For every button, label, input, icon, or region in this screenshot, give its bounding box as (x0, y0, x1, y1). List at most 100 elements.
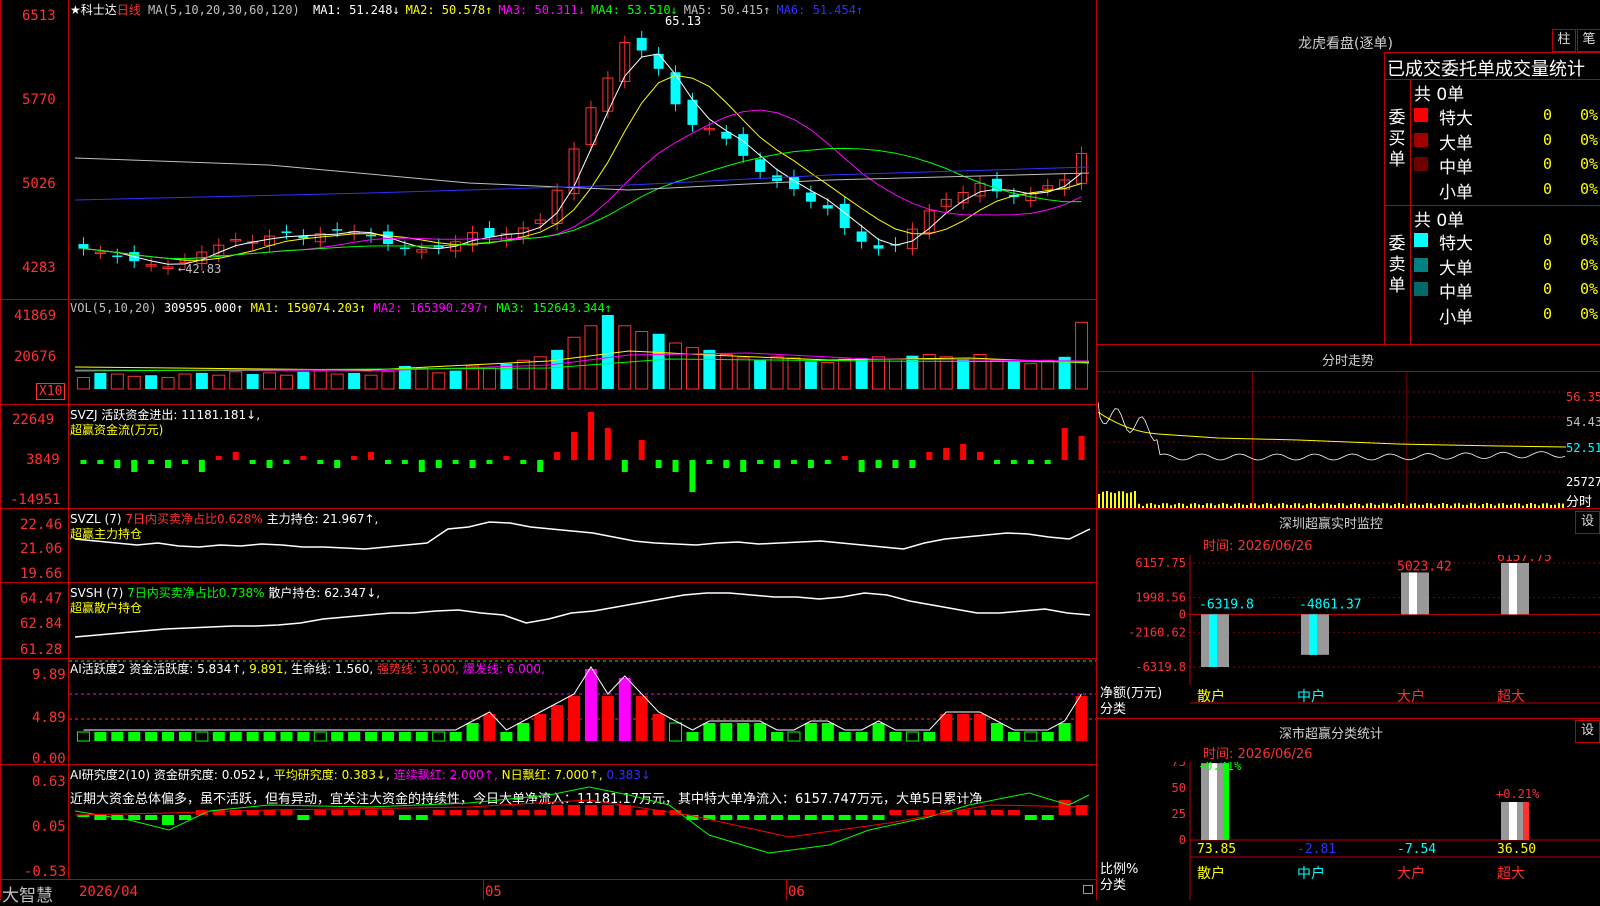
svzj-bar (638, 440, 645, 460)
svzj-bar (977, 452, 984, 460)
ai1-bar (229, 732, 242, 741)
order-color-swatch (1414, 108, 1428, 122)
ai1-bar (1058, 723, 1071, 741)
svzj-bar (131, 460, 138, 472)
order-percent: 0% (1580, 231, 1599, 249)
high-note: 65.13 (665, 14, 702, 28)
svzj-bar (198, 460, 205, 472)
ai2-bar (855, 815, 868, 820)
ai1-bar (297, 732, 310, 741)
sz-stat-y-tick: 50 (1172, 781, 1186, 795)
ai1-bar (940, 714, 953, 741)
intraday-sep (1097, 344, 1600, 345)
sz-stat-y-tick: 25 (1172, 807, 1186, 821)
order-percent: 0% (1580, 255, 1599, 274)
volume-bar (872, 356, 886, 390)
ai2-bar (483, 810, 496, 815)
ai1-bar (821, 723, 834, 741)
ai1-bar (331, 732, 344, 741)
ai1-bar (145, 732, 158, 741)
ai1-bar (855, 732, 868, 741)
lock-icon[interactable] (1083, 885, 1093, 894)
panel-sep-7 (0, 879, 1097, 880)
ai1-bar (804, 723, 817, 741)
order-count: 0 (1543, 231, 1553, 249)
ai2-chart (74, 786, 1090, 854)
intraday-chart[interactable] (1098, 372, 1566, 508)
svzj-bar (215, 456, 222, 460)
y-label: 6513 (22, 8, 56, 24)
sz-stat-settings-button[interactable]: 设 (1575, 720, 1600, 743)
volume-bar (1024, 363, 1038, 390)
vol-unit: X10 (36, 383, 66, 400)
ai2-bar (923, 810, 936, 815)
kline-candle-down (873, 245, 884, 249)
ai1-bar (923, 732, 936, 741)
x-tick (786, 879, 787, 900)
intraday-volume-bar (1134, 491, 1136, 508)
volume-bar (703, 349, 716, 389)
volume-bar (990, 359, 1004, 390)
svzj-chart (80, 412, 1085, 492)
svzj-bar (537, 460, 544, 472)
brand-logo[interactable]: 大智慧 (2, 881, 53, 906)
ai1-bar (500, 732, 513, 741)
svzj-bar (993, 460, 1000, 464)
sz-monitor-time: 时间: 2026/06/26 (1203, 539, 1313, 554)
volume-bar (76, 377, 90, 390)
volume-bar (1075, 321, 1089, 390)
svzj-bar (1027, 460, 1034, 464)
ai1-bar (568, 696, 581, 741)
ai2-bar (398, 815, 411, 820)
sz-stat-bar-highlight (1523, 802, 1529, 840)
svzl-y-label: 21.06 (20, 541, 63, 557)
order-color-swatch (1414, 157, 1428, 171)
y-label: 5026 (22, 176, 56, 192)
monitor-sep (1097, 508, 1600, 509)
svzj-bar (469, 460, 476, 468)
ai2-bar (906, 810, 919, 815)
order-color-swatch (1414, 282, 1428, 296)
sz-stat-title: 深市超赢分类统计 (1279, 727, 1384, 742)
order-count: 0 (1543, 255, 1553, 274)
svzj-bar (1044, 460, 1051, 464)
svzj-y-label: 3849 (26, 452, 60, 468)
svzj-bar (114, 460, 121, 468)
ma-line (83, 109, 1082, 260)
ma-line (74, 157, 1090, 191)
volume-bar (669, 342, 683, 390)
svzj-bar (723, 460, 730, 468)
intraday-volume-bar (1118, 491, 1120, 508)
svzj-bar (503, 456, 510, 460)
sz-stat-axis-cat: 分类 (1100, 878, 1127, 893)
volume-bar (364, 374, 378, 390)
ai1-bar (635, 696, 648, 741)
ai2-bar (449, 810, 462, 815)
volume-bar (855, 357, 868, 389)
x-axis-label: 06 (788, 884, 805, 900)
svzj-bar (486, 460, 493, 464)
ai2-bar (466, 810, 479, 815)
tick-view-button[interactable]: 笔 (1577, 29, 1600, 52)
volume-bar (804, 361, 817, 389)
sz-monitor-y-tick: -6319.8 (1135, 660, 1186, 674)
kline-chart[interactable] (69, 15, 1096, 299)
order-type-label: 特大 (1439, 109, 1473, 129)
ai1-bar (128, 732, 141, 741)
kline-candle-down (399, 247, 410, 249)
intraday-volume-bar (1122, 491, 1124, 508)
sz-monitor-settings-button[interactable]: 设 (1575, 511, 1600, 534)
intraday-y-label: 52.51 (1566, 441, 1600, 455)
svzj-bar (621, 460, 628, 472)
column-view-button[interactable]: 柱 (1552, 29, 1576, 52)
ai2-bar (1007, 810, 1020, 815)
ai2-bar (145, 815, 158, 820)
ai1-bar (246, 732, 259, 741)
sz-monitor-chart: 6157.75 1998.56 0 -2160.62 -6319.8 -6319.8 -48… (1128, 555, 1600, 705)
ai2-bar (534, 810, 547, 815)
order-type-label: 小单 (1439, 307, 1473, 328)
ai2-bar (1024, 815, 1037, 820)
svzj-bar (960, 444, 967, 460)
sz-monitor-y-tick: 1998.56 (1135, 591, 1186, 605)
volume-bar (279, 374, 293, 390)
